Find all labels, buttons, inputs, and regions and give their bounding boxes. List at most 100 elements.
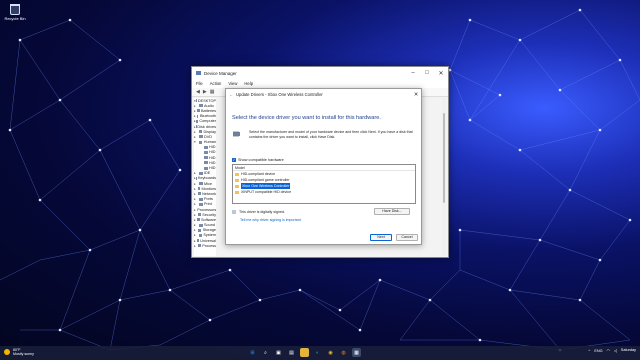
driver-folder-icon xyxy=(235,190,239,194)
tree-scrollbar[interactable] xyxy=(442,98,446,256)
chevron-up-icon[interactable]: ^ xyxy=(589,349,591,353)
model-list[interactable]: Model HID-compliant device HID-compliant… xyxy=(232,164,416,204)
menu-help[interactable]: Help xyxy=(244,81,253,86)
widgets-icon[interactable]: ▤ xyxy=(287,348,296,357)
tree-node[interactable]: ▸Disk drives xyxy=(194,124,216,129)
menu-action[interactable]: Action xyxy=(210,81,222,86)
chevron-right-icon[interactable]: ▸ xyxy=(194,208,196,212)
maximize-button[interactable]: □ xyxy=(420,70,434,77)
tree-node[interactable]: ▸ Display xyxy=(194,129,216,134)
tree-node[interactable]: ▸ Process xyxy=(194,243,216,248)
taskbar: 80°F Mostly sunny ⊞ ⌕ ▣ ▤ ◐ ◉ ◍ ▦ ^ ENG … xyxy=(0,346,640,360)
tree-node-label: Audio xyxy=(204,103,214,108)
minimize-button[interactable]: – xyxy=(406,70,420,77)
dialog-title: Update Drivers - Xbox One Wireless Contr… xyxy=(236,92,323,97)
weather-widget[interactable]: 80°F Mostly sunny xyxy=(4,348,34,356)
edge-icon[interactable]: ◐ xyxy=(313,348,322,357)
tree-node[interactable]: ▾ Human xyxy=(194,140,216,145)
tree-node[interactable]: ▸ Network xyxy=(194,191,216,196)
tree-node-label: HID xyxy=(209,160,216,165)
clock[interactable]: Saturday xyxy=(621,348,636,353)
search-icon[interactable]: ⌕ xyxy=(261,348,270,357)
tree-node-label: Ports xyxy=(204,197,213,202)
device-category-icon xyxy=(198,130,203,134)
device-category-icon xyxy=(196,239,199,243)
certificate-icon xyxy=(232,210,236,214)
device-category-icon xyxy=(199,104,203,108)
tree-node-label: HID xyxy=(209,155,216,160)
device-tree[interactable]: ▾DESKTOP▸Audio▸Batteries▸Bluetooth▸Compu… xyxy=(194,98,216,256)
tree-node[interactable]: ▸ Audio xyxy=(194,103,216,108)
device-category-icon xyxy=(204,166,208,170)
tree-node[interactable]: ▸ Storage xyxy=(194,228,216,233)
sun-icon xyxy=(4,349,10,355)
device-category-icon xyxy=(204,145,208,149)
wifi-icon[interactable]: ◠ xyxy=(607,348,610,353)
properties-icon[interactable]: ▦ xyxy=(210,89,215,95)
tree-node[interactable]: ▸ Monitors xyxy=(194,186,216,191)
device-manager-taskbar-icon[interactable]: ▦ xyxy=(352,348,361,357)
scrollbar-thumb[interactable] xyxy=(443,113,445,203)
list-item[interactable]: XINPUT compatible HID device xyxy=(233,189,415,195)
language-indicator[interactable]: ENG xyxy=(594,349,602,353)
device-category-icon xyxy=(196,119,198,123)
window-titlebar[interactable]: Device Manager – □ ✕ xyxy=(192,67,448,79)
dialog-description: Select the manufacturer and model of you… xyxy=(249,130,413,139)
tree-node-label: IDE xyxy=(204,171,211,176)
tree-node-label: Mice xyxy=(204,181,213,186)
device-category-icon xyxy=(198,228,202,232)
device-category-icon xyxy=(197,213,201,217)
task-view-icon[interactable]: ▣ xyxy=(274,348,283,357)
tree-node-label: Storage xyxy=(202,228,216,233)
volume-icon[interactable]: ◁ xyxy=(614,348,617,353)
taskbar-apps: ⊞ ⌕ ▣ ▤ ◐ ◉ ◍ ▦ xyxy=(248,348,361,357)
tree-node-label: Human xyxy=(203,140,216,145)
menu-bar: File Action View Help xyxy=(192,79,448,88)
device-category-icon xyxy=(199,135,203,139)
tree-node[interactable]: ▸ Security xyxy=(194,212,216,217)
tree-node-label: Monitors xyxy=(201,186,216,191)
tree-node-label: Sound xyxy=(204,223,215,228)
have-disk-button[interactable]: Have Disk... xyxy=(374,208,410,215)
device-category-icon xyxy=(198,140,203,144)
tree-node[interactable]: ▸ System xyxy=(194,233,216,238)
tree-node[interactable]: ▸ Ports xyxy=(194,197,216,202)
chrome-icon[interactable]: ◉ xyxy=(326,348,335,357)
forward-arrow-icon[interactable]: ▶ xyxy=(203,89,207,95)
checkbox-checked-icon: ✓ xyxy=(232,158,236,162)
windows-start-icon[interactable]: ⊞ xyxy=(248,348,257,357)
cancel-button[interactable]: Cancel xyxy=(396,234,418,241)
driver-signing-link[interactable]: Tell me why driver signing is important xyxy=(240,218,301,222)
device-category-icon xyxy=(204,150,208,154)
tree-node-label: Security xyxy=(202,212,216,217)
tree-node-label: System xyxy=(203,233,216,238)
clock-day: Saturday xyxy=(620,348,636,353)
window-title: Device Manager xyxy=(204,70,237,76)
tree-node-label: Computer xyxy=(199,119,216,124)
signed-status: This driver is digitally signed. xyxy=(232,210,285,214)
device-category-icon xyxy=(195,99,197,103)
update-drivers-dialog: ← Update Drivers - Xbox One Wireless Con… xyxy=(225,88,422,245)
dialog-heading: Select the device driver you want to ins… xyxy=(232,115,381,121)
tree-node[interactable]: ▾DESKTOP xyxy=(194,98,216,103)
driver-folder-icon xyxy=(235,178,239,182)
back-arrow-icon[interactable]: ← xyxy=(229,92,236,97)
close-button[interactable]: ✕ xyxy=(434,70,448,77)
firefox-icon[interactable]: ◍ xyxy=(339,348,348,357)
tree-node[interactable]: ▸ Sound xyxy=(194,223,216,228)
next-button[interactable]: Next xyxy=(370,234,392,241)
back-arrow-icon[interactable]: ◀ xyxy=(196,89,200,95)
desktop-icon-recycle-bin[interactable]: Recycle Bin xyxy=(4,4,26,21)
menu-view[interactable]: View xyxy=(228,81,237,86)
tree-node-label: DVD xyxy=(204,134,213,139)
driver-folder-icon xyxy=(235,172,239,176)
close-icon[interactable]: ✕ xyxy=(411,92,421,98)
tree-node[interactable]: ▸ Processors xyxy=(194,207,216,212)
show-compatible-checkbox[interactable]: ✓ Show compatible hardware xyxy=(232,158,284,162)
device-category-icon xyxy=(195,176,197,180)
device-category-icon xyxy=(204,156,208,160)
tree-node[interactable]: ▸Keyboards xyxy=(194,176,216,181)
file-explorer-icon[interactable] xyxy=(300,348,309,357)
device-category-icon xyxy=(197,218,200,222)
menu-file[interactable]: File xyxy=(196,81,203,86)
